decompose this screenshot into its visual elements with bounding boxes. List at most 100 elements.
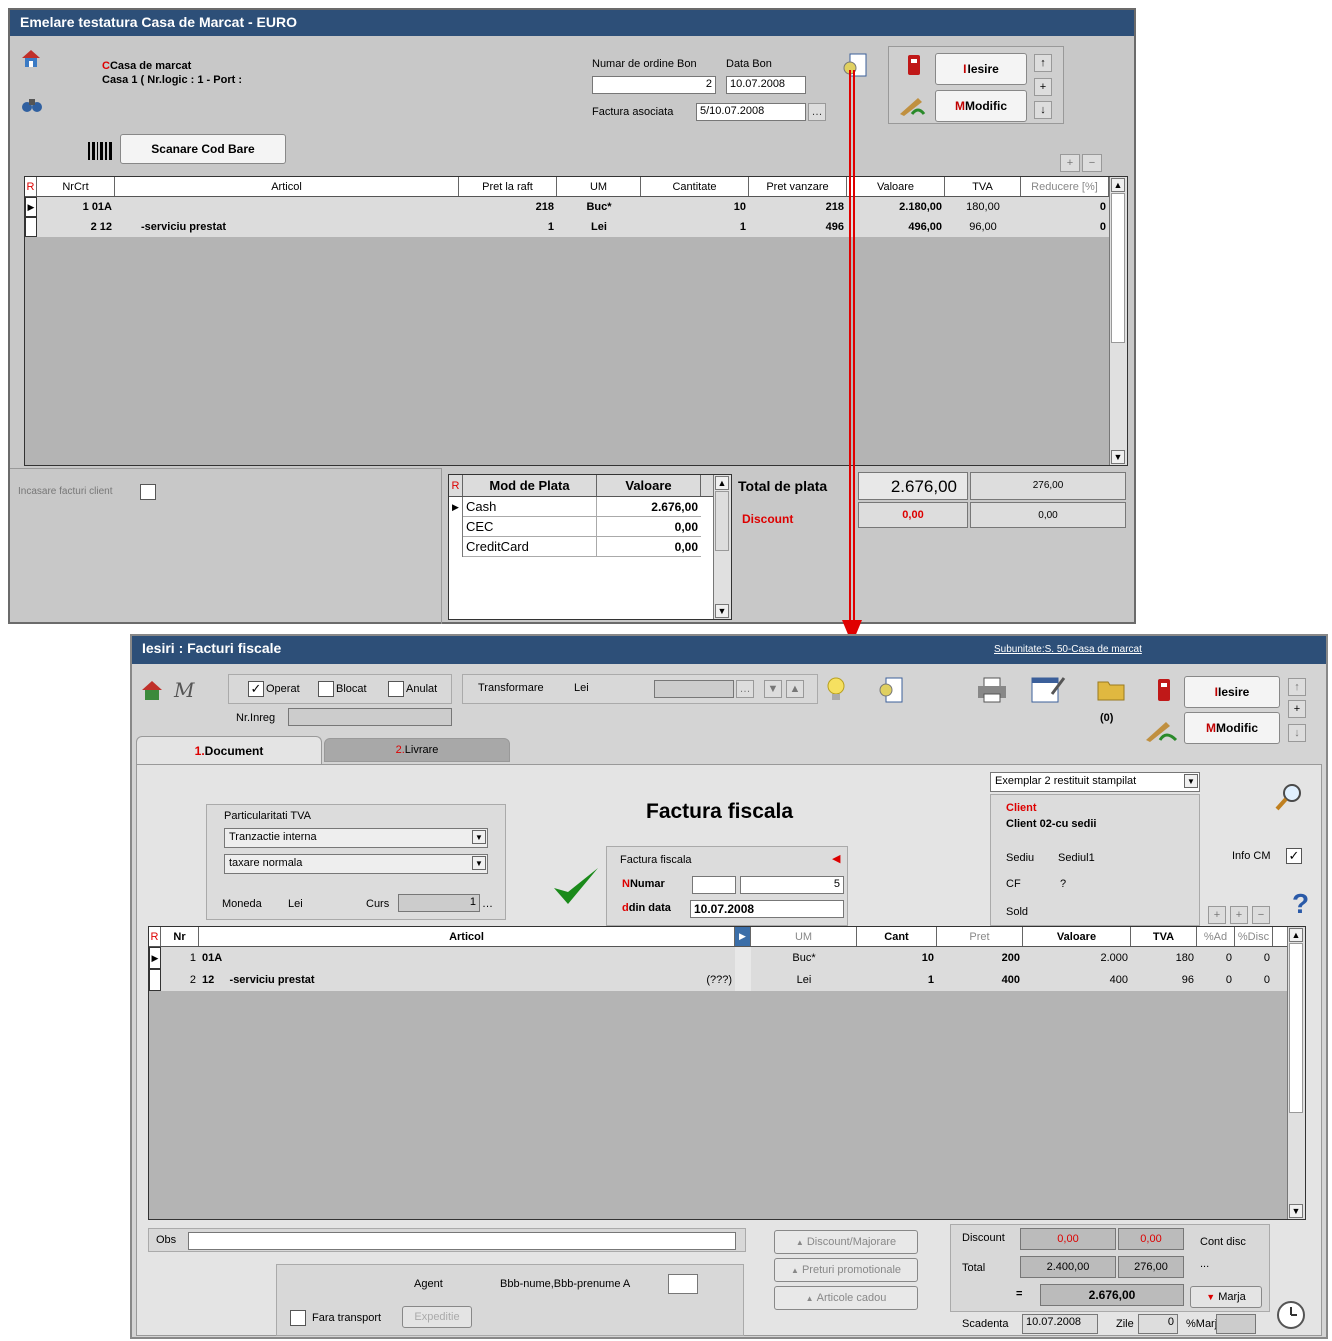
anulat-checkbox[interactable] (388, 681, 404, 697)
exemplar-select[interactable]: Exemplar 2 restituit stampilat ▼ (990, 772, 1200, 792)
col-valoare[interactable]: Valoare (597, 475, 701, 496)
scroll-up-icon[interactable]: ▲ (715, 476, 729, 490)
folder-icon[interactable] (1096, 678, 1126, 702)
data-bon-input[interactable]: 10.07.2008 (726, 76, 806, 94)
collapse-left-icon[interactable]: ◀ (832, 852, 840, 865)
tab-document[interactable]: 1. Document (136, 736, 322, 764)
col-articol[interactable]: Articol (115, 177, 459, 196)
grid-scrollbar[interactable]: ▲ ▼ (1109, 177, 1127, 465)
blocat-checkbox[interactable] (318, 681, 334, 697)
grid-remove-button[interactable]: − (1082, 154, 1102, 172)
cont-disc-value[interactable]: ... (1200, 1258, 1209, 1270)
scroll-thumb[interactable] (715, 491, 729, 551)
table-row[interactable]: ▶ 1 01A 218 Buc* 10 218 2.180,00 180,00 … (25, 197, 1109, 217)
col-pret-raft[interactable]: Pret la raft (459, 177, 557, 196)
grid-add-button[interactable]: + (1060, 154, 1080, 172)
print-icon[interactable] (976, 676, 1008, 704)
col-um[interactable]: UM (557, 177, 641, 196)
payment-row[interactable]: CreditCard 0,00 (449, 537, 713, 557)
client-value[interactable]: Client 02-cu sedii (1006, 818, 1096, 830)
col-cantitate[interactable]: Cantitate (641, 177, 749, 196)
taxare-select[interactable]: taxare normala ▼ (224, 854, 488, 874)
row-selector[interactable] (149, 969, 161, 991)
transformare-input[interactable] (654, 680, 734, 698)
home-icon[interactable] (20, 48, 42, 68)
factura-browse-button[interactable]: … (808, 103, 826, 121)
dindata-input[interactable]: 10.07.2008 (690, 900, 844, 918)
numar-input[interactable]: 5 (740, 876, 844, 894)
col-um[interactable]: UM (751, 927, 857, 946)
scroll-thumb[interactable] (1111, 193, 1125, 343)
col-pret[interactable]: Pret (937, 927, 1023, 946)
scroll-down-icon[interactable]: ▼ (1111, 450, 1125, 464)
invoice-lines-grid[interactable]: R Nr Articol ▶ UM Cant Pret Valoare TVA … (148, 926, 1306, 1220)
marja-button[interactable]: ▼ Marja (1190, 1286, 1262, 1308)
col-ad[interactable]: %Ad (1197, 927, 1235, 946)
col-tva[interactable]: TVA (945, 177, 1021, 196)
payment-scrollbar[interactable]: ▲ ▼ (713, 475, 731, 619)
articles-grid[interactable]: R NrCrt Articol Pret la raft UM Cantitat… (24, 176, 1128, 466)
modific-button[interactable]: M Modific (935, 90, 1027, 122)
tab-livrare[interactable]: 2. Livrare (324, 738, 510, 762)
expand-right-icon[interactable]: ▶ (735, 927, 751, 946)
col-cant[interactable]: Cant (857, 927, 937, 946)
operat-checkbox[interactable]: ✓ (248, 681, 264, 697)
grid-add-button[interactable]: + (1208, 906, 1226, 924)
obs-input[interactable] (188, 1232, 736, 1250)
iesire-button[interactable]: I Iesire (1184, 676, 1280, 708)
arrow-up-button[interactable]: ↑ (1034, 54, 1052, 72)
arrow-down-button[interactable]: ↓ (1288, 724, 1306, 742)
discount-majorare-button[interactable]: ▲ Discount/Majorare (774, 1230, 918, 1254)
table-row[interactable]: 2 12 -serviciu prestat 1 Lei 1 496 496,0… (25, 217, 1109, 237)
down-icon[interactable]: ▼ (764, 680, 782, 698)
clock-icon[interactable] (1276, 1300, 1306, 1330)
infocm-checkbox[interactable]: ✓ (1286, 848, 1302, 864)
nr-bon-input[interactable]: 2 (592, 76, 716, 94)
scroll-down-icon[interactable]: ▼ (1289, 1204, 1303, 1218)
sediu-value[interactable]: Sediul1 (1058, 852, 1095, 864)
grid-add2-button[interactable]: + (1230, 906, 1248, 924)
scroll-up-icon[interactable]: ▲ (1289, 928, 1303, 942)
articole-cadou-button[interactable]: ▲ Articole cadou (774, 1286, 918, 1310)
table-row[interactable]: ▶ 1 01A Buc* 10 200 2.000 180 0 0 (149, 947, 1287, 969)
expeditie-button[interactable]: Expeditie (402, 1306, 472, 1328)
col-mod-plata[interactable]: Mod de Plata (463, 475, 597, 496)
grid-remove-button[interactable]: − (1252, 906, 1270, 924)
document-settings-icon[interactable] (878, 676, 906, 706)
lightbulb-icon[interactable] (826, 676, 846, 704)
magnifier-icon[interactable] (1274, 782, 1304, 812)
payment-row[interactable]: CEC 0,00 (449, 517, 713, 537)
chevron-down-icon[interactable]: ▼ (472, 856, 486, 870)
help-icon[interactable]: ? (1292, 888, 1309, 920)
fara-transport-checkbox[interactable] (290, 1310, 306, 1326)
row-selector[interactable] (25, 217, 37, 237)
payment-grid[interactable]: R Mod de Plata Valoare ▶ Cash 2.676,00 C… (448, 474, 732, 620)
col-articol[interactable]: Articol (199, 927, 735, 946)
agent-code-input[interactable] (668, 1274, 698, 1294)
nrinreg-input[interactable] (288, 708, 452, 726)
incasare-checkbox[interactable] (140, 484, 156, 500)
scan-barcode-button[interactable]: Scanare Cod Bare (120, 134, 286, 164)
col-tva[interactable]: TVA (1131, 927, 1197, 946)
col-valoare[interactable]: Valoare (1023, 927, 1131, 946)
col-reducere[interactable]: Reducere [%] (1021, 177, 1109, 196)
preturi-promo-button[interactable]: ▲ Preturi promotionale (774, 1258, 918, 1282)
col-nrcrt[interactable]: NrCrt (37, 177, 115, 196)
grid-scrollbar[interactable]: ▲ ▼ (1287, 927, 1305, 1219)
scroll-up-icon[interactable]: ▲ (1111, 178, 1125, 192)
up-icon[interactable]: ▲ (786, 680, 804, 698)
curs-input[interactable]: 1 (398, 894, 480, 912)
scroll-thumb[interactable] (1289, 943, 1303, 1113)
add-button[interactable]: + (1288, 700, 1306, 718)
col-nr[interactable]: Nr (161, 927, 199, 946)
binoculars-icon[interactable] (22, 94, 42, 114)
arrow-down-button[interactable]: ↓ (1034, 101, 1052, 119)
notes-icon[interactable] (1030, 674, 1066, 704)
chevron-down-icon[interactable]: ▼ (472, 830, 486, 844)
serie-input[interactable] (692, 876, 736, 894)
marja-pct-input[interactable] (1216, 1314, 1256, 1334)
arrow-up-button[interactable]: ↑ (1288, 678, 1306, 696)
table-row[interactable]: 2 12 -serviciu prestat (???) Lei 1 400 40… (149, 969, 1287, 991)
zile-input[interactable]: 0 (1138, 1314, 1178, 1334)
scadenta-input[interactable]: 10.07.2008 (1022, 1314, 1098, 1334)
